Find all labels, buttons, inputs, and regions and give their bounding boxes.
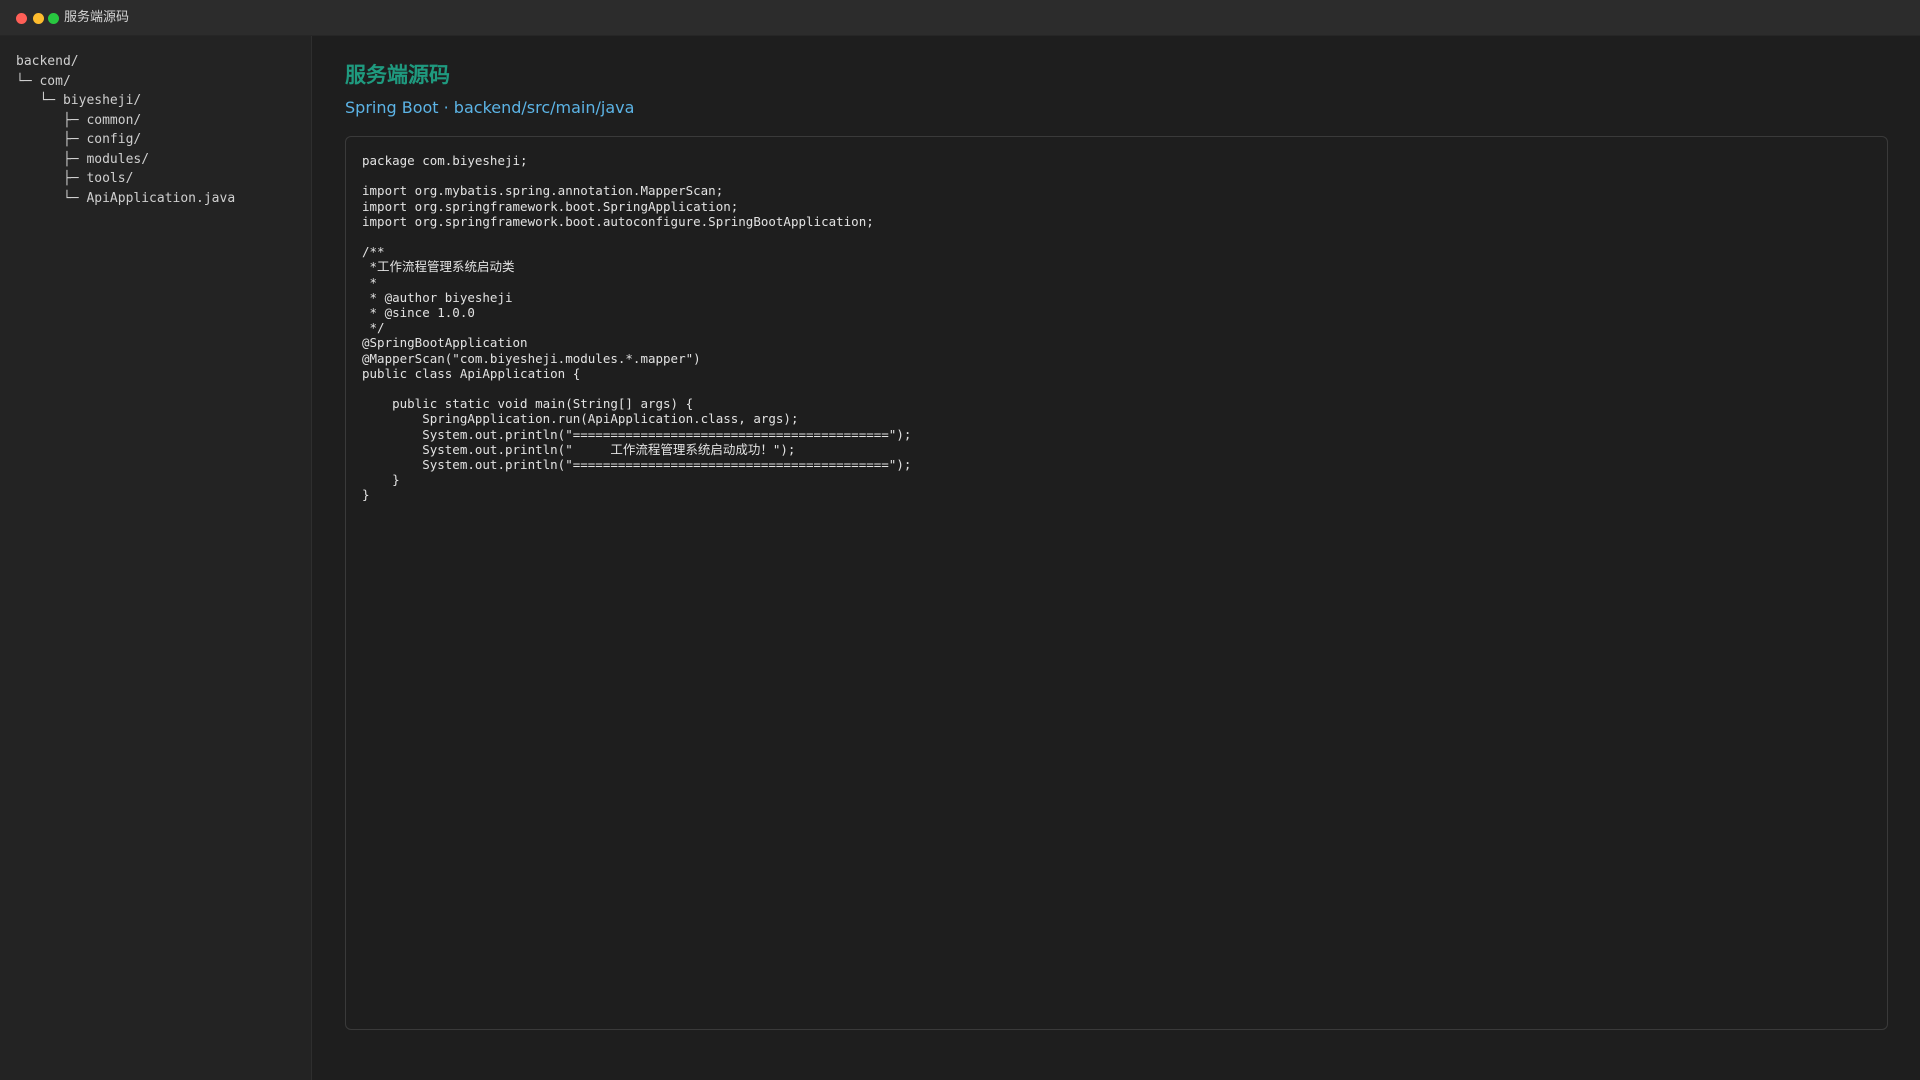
code-line: System.out.println("====================… bbox=[362, 457, 912, 473]
code-line: System.out.println("====================… bbox=[362, 426, 912, 442]
window-title: 服务端源码 bbox=[64, 10, 130, 25]
code-line: public static void main(String[] args) { bbox=[362, 396, 694, 412]
code-line: /** bbox=[362, 244, 385, 260]
code-line: import org.mybatis.spring.annotation.Map… bbox=[362, 183, 724, 199]
code-line: * @since 1.0.0 bbox=[362, 305, 475, 320]
app-window: 服务端源码 backend/ └─ com/ └─ biyesheji/ ├─ … bbox=[0, 0, 1920, 1080]
page-title: 服务端源码 bbox=[345, 63, 450, 87]
code-line: */ bbox=[362, 320, 385, 336]
file-tree-sidebar: backend/ └─ com/ └─ biyesheji/ ├─ common… bbox=[0, 36, 312, 1080]
code-line: public class ApiApplication { bbox=[362, 365, 581, 381]
code-line: SpringApplication.run(ApiApplication.cla… bbox=[362, 411, 799, 427]
code-line: * @author biyesheji bbox=[362, 289, 513, 305]
code-viewer[interactable]: package com.biyesheji; import org.mybati… bbox=[345, 136, 1888, 1030]
code-line: *工作流程管理系统启动类 bbox=[362, 259, 515, 275]
page-subtitle: Spring Boot · backend/src/main/java bbox=[345, 98, 635, 117]
tree-item-backend[interactable]: backend/ bbox=[0, 52, 311, 72]
tree-item-modules[interactable]: ├─ modules/ bbox=[0, 150, 311, 170]
tree-item-common[interactable]: ├─ common/ bbox=[0, 111, 311, 131]
title-bar: 服务端源码 bbox=[0, 0, 1920, 36]
code-line: import org.springframework.boot.SpringAp… bbox=[362, 198, 739, 214]
tree-item-com[interactable]: └─ com/ bbox=[0, 72, 311, 92]
code-line: @SpringBootApplication bbox=[362, 335, 528, 351]
code-line: * bbox=[362, 274, 378, 290]
maximize-window-button[interactable] bbox=[48, 13, 59, 24]
code-line: import org.springframework.boot.autoconf… bbox=[362, 213, 874, 229]
main-content: 服务端源码 Spring Boot · backend/src/main/jav… bbox=[312, 36, 1920, 1080]
code-line: System.out.println(" 工作流程管理系统启动成功！"); bbox=[362, 441, 796, 457]
minimize-window-button[interactable] bbox=[33, 13, 44, 24]
close-window-button[interactable] bbox=[16, 13, 27, 24]
code-line: } bbox=[362, 487, 370, 503]
code-line: @MapperScan("com.biyesheji.modules.*.map… bbox=[362, 350, 701, 366]
tree-item-biyesheji[interactable]: └─ biyesheji/ bbox=[0, 91, 311, 111]
tree-item-tools[interactable]: ├─ tools/ bbox=[0, 169, 311, 189]
tree-item-config[interactable]: ├─ config/ bbox=[0, 130, 311, 150]
code-line: package com.biyesheji; bbox=[362, 153, 528, 168]
code-line: } bbox=[362, 472, 400, 488]
tree-item-api-application[interactable]: └─ ApiApplication.java bbox=[0, 189, 311, 209]
